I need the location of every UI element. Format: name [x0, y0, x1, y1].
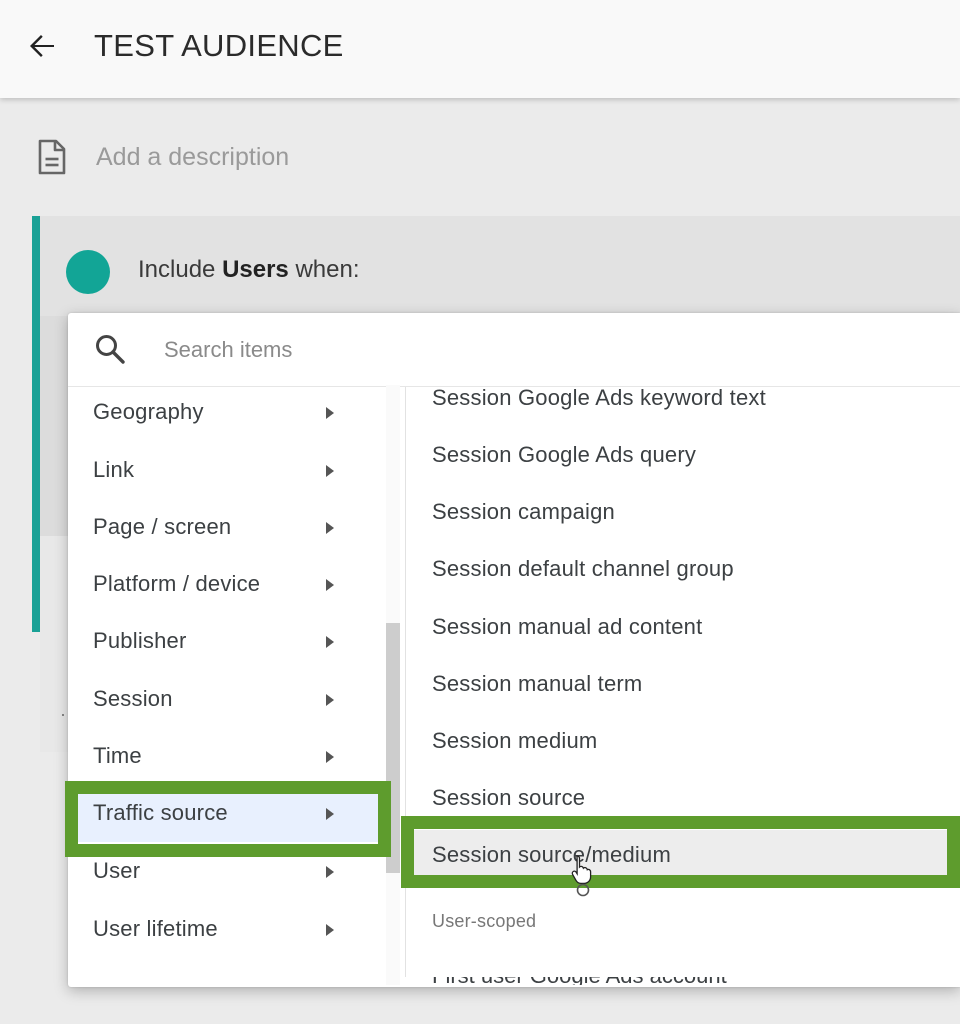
category-label: Platform / device [93, 571, 261, 596]
caret-right-icon [326, 465, 334, 477]
dimension-picker-menu: Geography Link Page / screen Platform / … [68, 313, 960, 987]
category-item-time[interactable]: Time [68, 729, 386, 785]
option-item[interactable]: Session medium [406, 716, 960, 772]
category-item-user[interactable]: User [68, 844, 386, 900]
option-label: Session Google Ads keyword text [432, 385, 766, 410]
option-item-partial[interactable]: First user Google Ads account [432, 977, 832, 985]
option-label: Session medium [432, 728, 598, 753]
category-item-session[interactable]: Session [68, 672, 386, 728]
category-item-user-lifetime[interactable]: User lifetime [68, 902, 386, 958]
top-bar: TEST AUDIENCE [0, 0, 960, 98]
option-item-session-source-medium[interactable]: Session source/medium [406, 830, 960, 888]
condition-prefix: Include [138, 256, 223, 283]
option-item[interactable]: Session default channel group [406, 544, 960, 600]
caret-right-icon [326, 579, 334, 591]
category-item-platform-device[interactable]: Platform / device [68, 557, 386, 613]
category-item-traffic-source[interactable]: Traffic source [68, 786, 386, 842]
option-item[interactable]: Session Google Ads query [406, 430, 960, 486]
category-label: Geography [93, 399, 204, 424]
caret-right-icon [326, 522, 334, 534]
category-label: Page / screen [93, 514, 232, 539]
category-label: Session [93, 686, 173, 711]
category-label: User lifetime [93, 916, 218, 941]
document-icon [38, 139, 66, 175]
condition-accent-bar [32, 216, 40, 632]
search-input[interactable] [164, 331, 864, 369]
option-item[interactable]: Session manual ad content [406, 602, 960, 658]
category-item-page-screen[interactable]: Page / screen [68, 500, 386, 556]
option-item[interactable]: Session Google Ads keyword text [406, 373, 960, 429]
option-label: Session default channel group [432, 556, 734, 581]
option-item[interactable]: Session source [406, 773, 960, 829]
caret-right-icon [326, 751, 334, 763]
category-label: User [93, 858, 141, 883]
condition-status-dot [66, 250, 110, 294]
audience-editor: TEST AUDIENCE Include Users when: · Geog… [0, 0, 960, 1024]
arrow-back-icon [30, 35, 54, 57]
category-list: Geography Link Page / screen Platform / … [68, 385, 388, 985]
option-label: Session source/medium [432, 842, 671, 867]
section-heading-user-scoped: User-scoped [432, 911, 537, 931]
option-label: Session source [432, 785, 586, 810]
caret-right-icon [326, 808, 334, 820]
condition-suffix: when: [288, 256, 360, 283]
side-marker: · [60, 704, 66, 724]
category-label: Time [93, 743, 142, 768]
caret-right-icon [326, 694, 334, 706]
option-label: Session campaign [432, 499, 615, 524]
option-item[interactable]: Session campaign [406, 487, 960, 543]
description-input[interactable] [96, 140, 596, 174]
category-label: Publisher [93, 628, 187, 653]
caret-right-icon [326, 866, 334, 878]
category-label: Traffic source [93, 800, 228, 825]
search-icon [96, 335, 125, 364]
caret-right-icon [326, 636, 334, 648]
condition-scope: Users [222, 256, 289, 283]
page-title: TEST AUDIENCE [94, 28, 344, 63]
option-item[interactable]: Session manual term [406, 659, 960, 715]
category-item-link[interactable]: Link [68, 443, 386, 499]
category-label: Link [93, 457, 135, 482]
option-label: Session manual ad content [432, 614, 703, 639]
dimension-option-list: Session Google Ads keyword text Session … [406, 373, 960, 985]
caret-right-icon [326, 924, 334, 936]
caret-right-icon [326, 407, 334, 419]
category-scrollbar-thumb[interactable] [386, 623, 400, 873]
condition-label: Include Users when: [138, 256, 360, 284]
back-button[interactable] [24, 28, 60, 64]
category-item-publisher[interactable]: Publisher [68, 614, 386, 670]
category-item-geography[interactable]: Geography [68, 385, 386, 441]
option-label: Session manual term [432, 671, 643, 696]
option-label: Session Google Ads query [432, 442, 697, 467]
